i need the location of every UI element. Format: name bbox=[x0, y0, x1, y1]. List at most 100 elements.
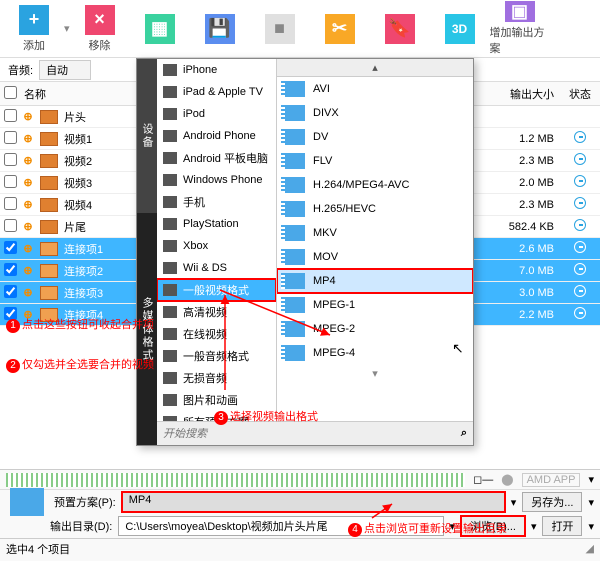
search-icon[interactable]: ⌕ bbox=[461, 427, 467, 440]
format-item[interactable]: MPEG-1 bbox=[277, 293, 473, 317]
category-item[interactable]: Xbox bbox=[157, 235, 276, 257]
preset-select[interactable]: MP4 bbox=[122, 492, 505, 512]
category-label: iPod bbox=[183, 108, 205, 120]
format-icon bbox=[285, 177, 305, 193]
category-item[interactable]: Wii & DS bbox=[157, 257, 276, 279]
expand-down-icon[interactable]: ▾ bbox=[277, 365, 473, 382]
expand-icon[interactable]: ⊕ bbox=[20, 176, 36, 189]
add-button[interactable]: + 添加 bbox=[4, 2, 64, 56]
tool-button-1[interactable]: ▦ bbox=[130, 2, 190, 56]
dropdown-caret-icon[interactable]: ▾ bbox=[588, 473, 594, 486]
select-all-checkbox[interactable] bbox=[4, 86, 17, 99]
3d-icon: 3D bbox=[445, 14, 475, 44]
format-label: AVI bbox=[313, 83, 330, 95]
tool-button-5[interactable]: 🔖 bbox=[370, 2, 430, 56]
expand-icon[interactable]: ⊕ bbox=[20, 264, 36, 277]
tool-button-4[interactable]: ✂ bbox=[310, 2, 370, 56]
format-item[interactable]: DV bbox=[277, 125, 473, 149]
tab-devices[interactable]: 设备 bbox=[137, 59, 157, 213]
tool-button-2[interactable]: 💾 bbox=[190, 2, 250, 56]
category-item[interactable]: iPod bbox=[157, 103, 276, 125]
format-item[interactable]: H.265/HEVC bbox=[277, 197, 473, 221]
category-item[interactable]: 一般视频格式 bbox=[157, 279, 276, 301]
row-checkbox[interactable] bbox=[4, 285, 17, 298]
row-size: 3.0 MB bbox=[498, 287, 560, 299]
tab-formats[interactable]: 多媒体格式 bbox=[137, 213, 157, 445]
outdir-field[interactable]: C:\Users\moyea\Desktop\视频加片头片尾 bbox=[118, 516, 443, 536]
dropdown-caret-icon[interactable]: ▾ bbox=[511, 496, 517, 509]
waveform-row: ◻— ⬤ AMD APP ▾ bbox=[0, 470, 600, 490]
open-button[interactable]: 打开 bbox=[542, 516, 582, 536]
output-row: 输出目录(D): C:\Users\moyea\Desktop\视频加片头片尾 … bbox=[0, 514, 600, 538]
expand-icon[interactable]: ⊕ bbox=[20, 286, 36, 299]
category-item[interactable]: Windows Phone bbox=[157, 169, 276, 191]
row-checkbox[interactable] bbox=[4, 219, 17, 232]
format-item[interactable]: MP4 bbox=[277, 269, 473, 293]
expand-icon[interactable]: ⊕ bbox=[20, 242, 36, 255]
category-icon bbox=[163, 218, 177, 230]
category-item[interactable]: 图片和动画 bbox=[157, 389, 276, 411]
category-item[interactable]: Android Phone bbox=[157, 125, 276, 147]
row-checkbox[interactable] bbox=[4, 197, 17, 210]
format-item[interactable]: FLV bbox=[277, 149, 473, 173]
category-label: 高清视频 bbox=[183, 304, 227, 320]
time-slider-icon[interactable]: ◻— bbox=[473, 473, 493, 486]
category-icon bbox=[163, 130, 177, 142]
browse-button[interactable]: 浏览(B)... bbox=[461, 516, 525, 536]
status-text: 选中4 个项目 bbox=[6, 541, 70, 557]
audio-value[interactable]: 自动 bbox=[39, 60, 91, 80]
category-item[interactable]: PlayStation bbox=[157, 213, 276, 235]
format-item[interactable]: AVI bbox=[277, 77, 473, 101]
dropdown-caret-icon[interactable]: ▾ bbox=[450, 520, 456, 533]
row-checkbox[interactable] bbox=[4, 307, 17, 320]
scissors-icon: ✂ bbox=[325, 14, 355, 44]
category-icon bbox=[163, 240, 177, 252]
format-label: H.265/HEVC bbox=[313, 203, 376, 215]
dropdown-caret-icon[interactable]: ▾ bbox=[588, 496, 594, 509]
dropdown-caret-icon[interactable]: ▾ bbox=[588, 520, 594, 533]
category-item[interactable]: iPhone bbox=[157, 59, 276, 81]
row-status bbox=[560, 263, 600, 278]
x-icon: × bbox=[85, 5, 115, 35]
category-item[interactable]: iPad & Apple TV bbox=[157, 81, 276, 103]
tool-button-3d[interactable]: 3D bbox=[430, 2, 490, 56]
status-bar: 选中4 个项目 ◢ bbox=[0, 538, 600, 558]
category-item[interactable]: 高清视频 bbox=[157, 301, 276, 323]
search-input[interactable] bbox=[163, 428, 461, 440]
category-item[interactable]: 无损音频 bbox=[157, 367, 276, 389]
category-item[interactable]: Android 平板电脑 bbox=[157, 147, 276, 169]
expand-icon[interactable]: ⊕ bbox=[20, 154, 36, 167]
row-size: 2.2 MB bbox=[498, 309, 560, 321]
dropdown-caret-icon[interactable]: ▾ bbox=[531, 520, 537, 533]
collapse-up-icon[interactable]: ▴ bbox=[277, 59, 473, 77]
add-output-button[interactable]: ▣ 增加输出方案 bbox=[490, 2, 550, 56]
expand-icon[interactable]: ⊕ bbox=[20, 308, 36, 321]
row-checkbox[interactable] bbox=[4, 109, 17, 122]
resize-grip-icon[interactable]: ◢ bbox=[586, 542, 594, 555]
row-checkbox[interactable] bbox=[4, 131, 17, 144]
format-item[interactable]: MOV bbox=[277, 245, 473, 269]
format-item[interactable]: MPEG-4 bbox=[277, 341, 473, 365]
row-checkbox[interactable] bbox=[4, 175, 17, 188]
category-icon bbox=[163, 108, 177, 120]
row-checkbox[interactable] bbox=[4, 153, 17, 166]
category-item[interactable]: 一般音频格式 bbox=[157, 345, 276, 367]
row-checkbox[interactable] bbox=[4, 263, 17, 276]
format-item[interactable]: H.264/MPEG4-AVC bbox=[277, 173, 473, 197]
expand-icon[interactable]: ⊕ bbox=[20, 110, 36, 123]
format-label: MP4 bbox=[313, 275, 336, 287]
format-item[interactable]: DIVX bbox=[277, 101, 473, 125]
expand-icon[interactable]: ⊕ bbox=[20, 132, 36, 145]
format-item[interactable]: MPEG-2 bbox=[277, 317, 473, 341]
category-item[interactable]: 手机 bbox=[157, 191, 276, 213]
video-thumb-icon bbox=[40, 110, 58, 124]
remove-label: 移除 bbox=[89, 37, 111, 53]
expand-icon[interactable]: ⊕ bbox=[20, 198, 36, 211]
tool-button-3[interactable]: ■ bbox=[250, 2, 310, 56]
expand-icon[interactable]: ⊕ bbox=[20, 220, 36, 233]
row-checkbox[interactable] bbox=[4, 241, 17, 254]
format-item[interactable]: MKV bbox=[277, 221, 473, 245]
remove-button[interactable]: × 移除 bbox=[70, 2, 130, 56]
save-as-button[interactable]: 另存为... bbox=[522, 492, 582, 512]
category-item[interactable]: 在线视频 bbox=[157, 323, 276, 345]
